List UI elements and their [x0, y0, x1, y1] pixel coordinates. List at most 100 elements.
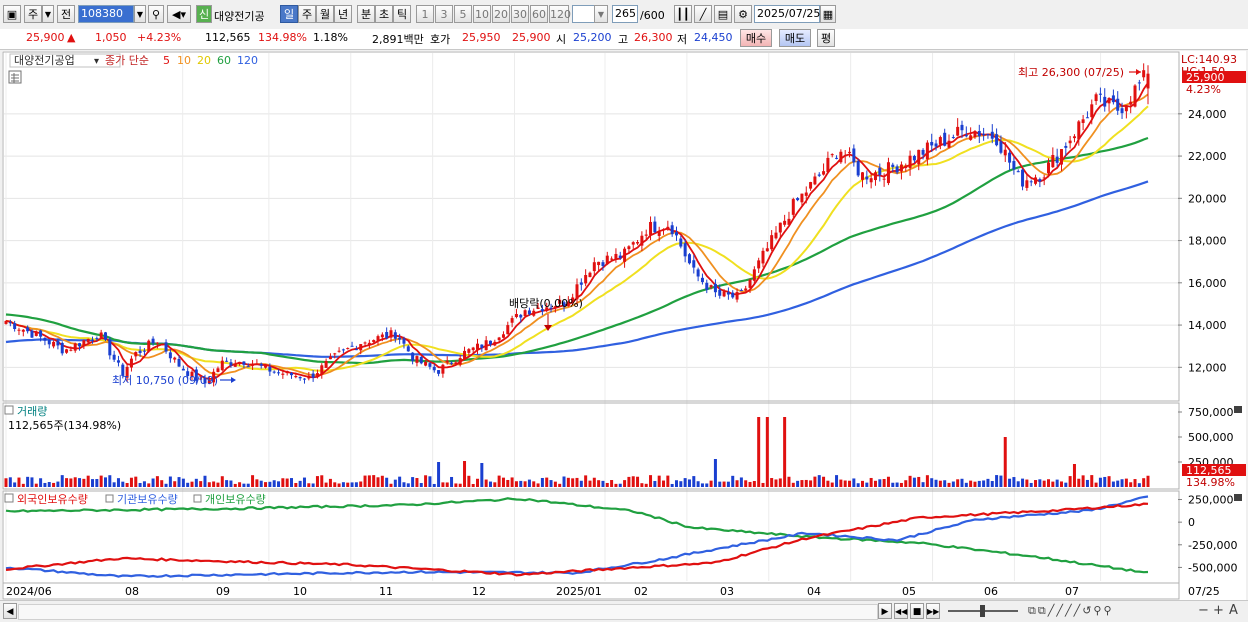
search-icon[interactable]: ⚲ [148, 5, 164, 23]
volume-bar [73, 477, 77, 487]
period-year[interactable]: 년 [334, 5, 352, 23]
candle-body [640, 235, 644, 246]
volume-bar [168, 476, 172, 487]
volume-bar [186, 482, 190, 487]
font-size-icon[interactable]: A [1229, 603, 1238, 618]
legend-dropdown-icon[interactable]: ▾ [94, 56, 99, 67]
interval-1[interactable]: 1 [416, 5, 434, 23]
candle-body [865, 176, 869, 180]
interval-60[interactable]: 60 [530, 5, 548, 23]
volume-bar [458, 483, 462, 487]
period-month[interactable]: 월 [316, 5, 334, 23]
candle-body [627, 246, 631, 250]
ma-legend-prefix: 종가 단순 [105, 54, 149, 67]
volume-panel-icon[interactable] [4, 405, 14, 415]
volume-bar [869, 477, 873, 487]
price-tick-label: 12,000 [1188, 361, 1227, 374]
volume-bar [298, 480, 302, 487]
period-week[interactable]: 주 [298, 5, 316, 23]
candle-body [649, 221, 653, 235]
holding-panel-icon[interactable] [4, 493, 14, 503]
volume-bar [199, 481, 203, 487]
layout-icon[interactable]: ▣ [3, 5, 21, 23]
volume-bar [951, 481, 955, 487]
speaker-icon[interactable]: ◀▾ [167, 5, 191, 23]
candle-body [904, 165, 908, 169]
chart-area[interactable]: 24,000 22,000 20,000 18,000 16,000 14,000 12,0… [2, 51, 1246, 601]
volume-bar [670, 483, 674, 487]
zoom-slider-thumb[interactable] [980, 605, 985, 617]
zoom-in-icon[interactable]: + [1213, 603, 1224, 618]
interval-dropdown-icon[interactable]: ▼ [594, 5, 608, 23]
period-minute[interactable]: 분 [357, 5, 375, 23]
volume-bar [26, 476, 30, 487]
code-dropdown-icon[interactable]: ▼ [134, 5, 146, 23]
rewind-icon[interactable]: ◀◀ [894, 603, 908, 619]
candle-body [692, 260, 696, 268]
interval-3[interactable]: 3 [435, 5, 453, 23]
low-label: 저 [677, 33, 688, 46]
candle-type-icon[interactable]: ┃┃ [674, 5, 692, 23]
interval-5[interactable]: 5 [454, 5, 472, 23]
x-axis-label: 09 [216, 585, 230, 598]
volume-bar [1003, 437, 1007, 487]
draw-tool-icon[interactable]: ╱ [694, 5, 712, 23]
volume-bar [1146, 475, 1150, 487]
stop-icon[interactable]: ■ [910, 603, 924, 619]
stock-name: 대양전기공 [214, 10, 265, 23]
candle-body [1129, 101, 1133, 105]
calendar-icon[interactable]: ▦ [820, 5, 836, 23]
code-input[interactable]: 108380 [78, 5, 134, 23]
volume-bar [579, 480, 583, 487]
scroll-left-icon[interactable]: ◀ [3, 603, 17, 619]
volume-bar [454, 483, 458, 487]
candle-body [129, 358, 133, 368]
interval-10[interactable]: 10 [473, 5, 491, 23]
sell-button[interactable]: 매도 [779, 29, 811, 47]
volume-bar [419, 483, 423, 487]
volume-bar [281, 478, 285, 487]
market-select[interactable]: 주 [24, 5, 42, 23]
stock-chart[interactable]: 24,000 22,000 20,000 18,000 16,000 14,000 12,0… [2, 51, 1246, 601]
ma10-line [5, 93, 1149, 377]
volume-bar [934, 479, 938, 487]
chevron-down-icon[interactable]: ▼ [42, 5, 54, 23]
interval-20[interactable]: 20 [492, 5, 510, 23]
volume-bar [1064, 482, 1068, 487]
count-input[interactable]: 265 [612, 5, 638, 23]
eval-button[interactable]: 평 [817, 29, 835, 47]
volume-close-icon[interactable] [1234, 406, 1242, 413]
holding-close-icon[interactable] [1234, 494, 1242, 501]
interval-120[interactable]: 120 [549, 5, 571, 23]
hoga-label: 호가 [430, 33, 451, 46]
candle-body [947, 140, 951, 148]
date-input[interactable]: 2025/07/25 [754, 5, 820, 23]
candle-body [726, 292, 730, 295]
save-icon[interactable]: ▤ [714, 5, 732, 23]
candle-body [783, 220, 787, 225]
period-second[interactable]: 초 [375, 5, 393, 23]
volume-bar [173, 481, 177, 487]
buy-button[interactable]: 매수 [740, 29, 772, 47]
scope-select[interactable]: 전 [57, 5, 75, 23]
interval-30[interactable]: 30 [511, 5, 529, 23]
candle-body [822, 171, 826, 175]
volume-bar [752, 481, 756, 487]
candle-body [1116, 98, 1120, 111]
period-tick[interactable]: 틱 [393, 5, 411, 23]
high-label: 고 [618, 33, 629, 46]
horizontal-scrollbar[interactable] [18, 604, 878, 620]
holding-tick-label: 0 [1188, 516, 1195, 529]
tool-icons[interactable]: ⧉⧉╱╱╱╱↺⚲⚲ [1028, 604, 1114, 618]
forward-icon[interactable]: ▶▶ [926, 603, 940, 619]
zoom-out-icon[interactable]: − [1198, 603, 1209, 618]
candle-body [713, 283, 717, 293]
candle-body [1107, 97, 1111, 104]
price-tick-label: 24,000 [1188, 108, 1227, 121]
gear-icon[interactable]: ⚙ [734, 5, 752, 23]
period-day[interactable]: 일 [280, 5, 298, 23]
candle-body [744, 288, 748, 291]
scroll-right-icon[interactable]: ▶ [878, 603, 892, 619]
candle-body [964, 134, 968, 137]
change-value: 1,050 [95, 31, 127, 44]
